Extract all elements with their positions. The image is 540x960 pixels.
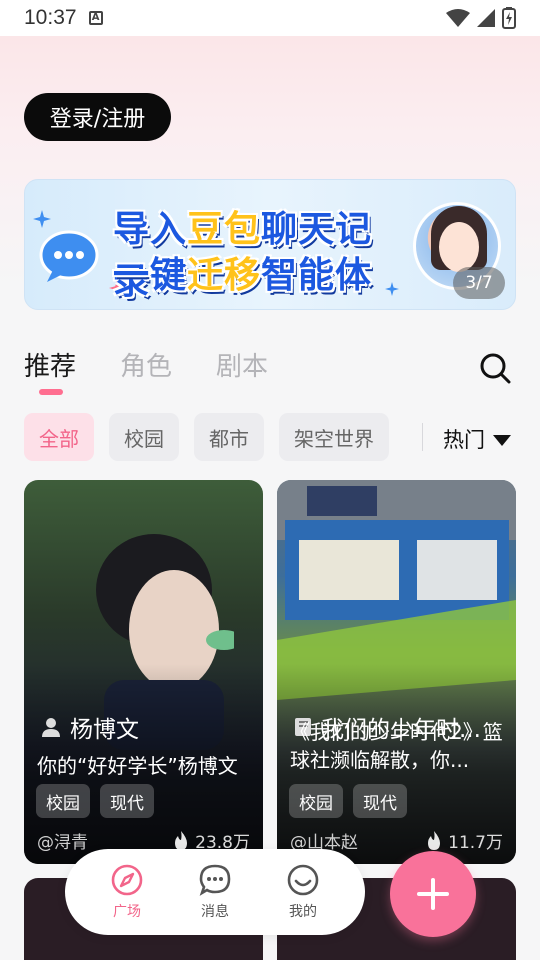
sort-label: 热门 xyxy=(443,428,485,452)
banner-text: 一键 xyxy=(113,255,188,296)
banner-headline-2: 一键迁移智能体 xyxy=(113,246,403,298)
filter-chip-fantasy[interactable]: 架空世界 xyxy=(279,413,389,461)
filter-chip-all[interactable]: 全部 xyxy=(24,413,94,461)
flame-icon xyxy=(428,830,441,850)
sparkle-icon xyxy=(33,210,51,228)
card-title: 杨博文 xyxy=(40,710,139,744)
banner-text: 导入 xyxy=(113,209,188,250)
bottom-navigation: 广场 消息 我的 xyxy=(65,849,365,935)
active-tab-indicator xyxy=(39,389,63,395)
tab-scripts[interactable]: 剧本 xyxy=(216,346,268,386)
smiley-icon xyxy=(287,864,319,896)
flame-icon xyxy=(175,830,188,850)
banner-text: 智能体 xyxy=(261,255,373,296)
card-author: @浔青 xyxy=(37,833,88,853)
card-tag: 现代 xyxy=(100,784,154,818)
chat-bubble-icon xyxy=(39,230,99,282)
status-bar: 10:37 A xyxy=(0,0,540,36)
caret-down-icon xyxy=(493,434,511,446)
chat-bubble-icon xyxy=(199,864,231,896)
card-tags: 校园 现代 xyxy=(289,784,407,818)
nav-plaza[interactable]: 广场 xyxy=(110,863,144,921)
person-icon xyxy=(42,718,60,737)
filter-chip-campus[interactable]: 校园 xyxy=(109,413,179,461)
card-name: 杨博文 xyxy=(70,717,139,743)
nav-label: 我的 xyxy=(289,904,317,920)
card-likes: 11.7万 xyxy=(426,828,503,853)
filter-chip-urban[interactable]: 都市 xyxy=(194,413,264,461)
banner-highlight: 迁移 xyxy=(187,255,262,296)
category-tabs: 推荐 角色 剧本 xyxy=(24,346,268,386)
status-time: 10:37 xyxy=(24,6,77,29)
card-description: 你的“好好学长”杨博文 xyxy=(37,754,238,778)
status-icons xyxy=(446,7,516,29)
search-icon[interactable] xyxy=(478,351,512,385)
banner-page-counter: 3/7 xyxy=(453,267,505,299)
filter-chips: 全部 校园 都市 架空世界 xyxy=(24,413,389,461)
tab-recommended[interactable]: 推荐 xyxy=(24,346,76,386)
promo-banner[interactable]: 导入豆包聊天记录 一键迁移智能体 3/7 xyxy=(24,179,516,310)
script-card[interactable]: 我们的少年时... 《我们的少年时代2》篮球社濒临解散，你... 校园 现代 @… xyxy=(277,480,516,864)
login-register-button[interactable]: 登录/注册 xyxy=(24,93,171,141)
filter-divider xyxy=(422,423,423,451)
nav-label: 广场 xyxy=(113,904,141,920)
sort-dropdown[interactable]: 热门 xyxy=(443,424,511,454)
wifi-icon xyxy=(446,9,470,27)
signal-icon xyxy=(477,9,495,27)
card-tag: 校园 xyxy=(289,784,343,818)
plus-icon xyxy=(417,878,449,910)
card-likes-count: 11.7万 xyxy=(448,833,503,853)
avatar-face xyxy=(439,222,479,272)
nav-messages[interactable]: 消息 xyxy=(198,863,232,921)
notification-a-icon: A xyxy=(88,11,103,25)
nav-label: 消息 xyxy=(201,904,229,920)
banner-highlight: 豆包 xyxy=(187,209,262,250)
compass-icon xyxy=(111,864,143,896)
nav-profile[interactable]: 我的 xyxy=(286,863,320,921)
character-card[interactable]: 杨博文 你的“好好学长”杨博文 校园 现代 @浔青 23.8万 xyxy=(24,480,263,864)
card-tag: 现代 xyxy=(353,784,407,818)
card-description: 《我们的少年时代2》篮球社濒临解散，你... xyxy=(290,720,503,772)
battery-icon xyxy=(502,7,516,29)
card-tags: 校园 现代 xyxy=(36,784,154,818)
create-button[interactable] xyxy=(390,851,476,937)
card-tag: 校园 xyxy=(36,784,90,818)
tab-characters[interactable]: 角色 xyxy=(120,346,172,386)
